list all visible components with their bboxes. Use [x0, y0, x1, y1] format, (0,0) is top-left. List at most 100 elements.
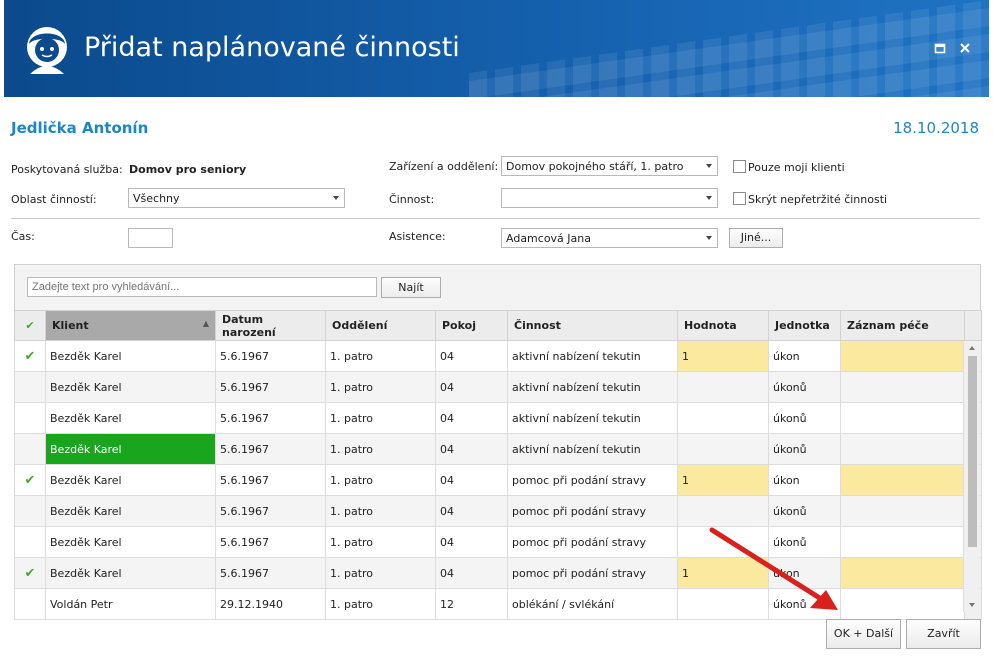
- room-cell[interactable]: 04: [435, 402, 508, 434]
- column-header-dob[interactable]: Datum narození: [215, 310, 326, 341]
- dob-cell[interactable]: 29.12.1940: [215, 588, 326, 620]
- department-cell[interactable]: 1. patro: [325, 340, 436, 372]
- close-button[interactable]: Zavřít: [906, 619, 981, 649]
- column-header-room[interactable]: Pokoj: [435, 310, 508, 341]
- unit-cell[interactable]: úkonů: [768, 526, 841, 558]
- other-assistance-button[interactable]: Jiné...: [729, 228, 783, 248]
- value-cell[interactable]: [677, 402, 769, 434]
- value-cell[interactable]: [677, 495, 769, 527]
- scrollbar-thumb[interactable]: [968, 356, 977, 547]
- row-check-cell[interactable]: ✔: [14, 340, 46, 372]
- value-cell[interactable]: 1: [677, 464, 769, 496]
- value-cell[interactable]: [677, 371, 769, 403]
- column-header-value[interactable]: Hodnota: [677, 310, 769, 341]
- department-cell[interactable]: 1. patro: [325, 557, 436, 589]
- unit-cell[interactable]: úkon: [768, 557, 841, 589]
- assistance-select[interactable]: Adamcová Jana: [501, 228, 718, 248]
- row-check-cell[interactable]: ✔: [14, 464, 46, 496]
- dob-cell[interactable]: 5.6.1967: [215, 371, 326, 403]
- hide-continuous-checkbox[interactable]: [733, 192, 746, 205]
- unit-cell[interactable]: úkonů: [768, 402, 841, 434]
- facility-select[interactable]: Domov pokojného stáří, 1. patro: [501, 156, 718, 176]
- activity-cell[interactable]: aktivní nabízení tekutin: [507, 340, 678, 372]
- department-cell[interactable]: 1. patro: [325, 433, 436, 465]
- dob-cell[interactable]: 5.6.1967: [215, 433, 326, 465]
- ok-next-button[interactable]: OK + Další: [826, 619, 901, 649]
- table-row[interactable]: ✔ Bezděk Karel 5.6.1967 1. patro 04 pomoc při…: [14, 464, 982, 496]
- unit-cell[interactable]: úkonů: [768, 433, 841, 465]
- unit-cell[interactable]: úkonů: [768, 371, 841, 403]
- value-cell[interactable]: 1: [677, 340, 769, 372]
- unit-cell[interactable]: úkonů: [768, 588, 841, 620]
- care-record-cell[interactable]: [840, 495, 965, 527]
- client-cell[interactable]: Bezděk Karel: [45, 526, 216, 558]
- time-input[interactable]: [128, 228, 173, 248]
- room-cell[interactable]: 04: [435, 464, 508, 496]
- activity-select[interactable]: [501, 188, 718, 208]
- search-input[interactable]: [27, 277, 377, 297]
- unit-cell[interactable]: úkon: [768, 464, 841, 496]
- scroll-down-icon[interactable]: [969, 603, 975, 607]
- activity-cell[interactable]: aktivní nabízení tekutin: [507, 402, 678, 434]
- room-cell[interactable]: 04: [435, 495, 508, 527]
- client-cell[interactable]: Bezděk Karel: [45, 340, 216, 372]
- value-cell[interactable]: [677, 588, 769, 620]
- unit-cell[interactable]: úkon: [768, 340, 841, 372]
- value-cell[interactable]: [677, 433, 769, 465]
- client-cell[interactable]: Bezděk Karel: [45, 557, 216, 589]
- care-record-cell[interactable]: [840, 557, 965, 589]
- table-row[interactable]: ✔ Bezděk Karel 5.6.1967 1. patro 04 aktivní n…: [14, 340, 982, 372]
- department-cell[interactable]: 1. patro: [325, 402, 436, 434]
- department-cell[interactable]: 1. patro: [325, 588, 436, 620]
- row-check-cell[interactable]: [14, 495, 46, 527]
- room-cell[interactable]: 12: [435, 588, 508, 620]
- only-my-clients-checkbox[interactable]: [733, 160, 746, 173]
- row-check-cell[interactable]: ✔: [14, 557, 46, 589]
- activity-cell[interactable]: pomoc při podání stravy: [507, 526, 678, 558]
- activity-cell[interactable]: oblékání / svlékání: [507, 588, 678, 620]
- column-header-activity[interactable]: Činnost: [507, 310, 678, 341]
- activity-cell[interactable]: pomoc při podání stravy: [507, 557, 678, 589]
- column-header-care-record[interactable]: Záznam péče: [840, 310, 965, 341]
- care-record-cell[interactable]: [840, 340, 965, 372]
- dob-cell[interactable]: 5.6.1967: [215, 526, 326, 558]
- care-record-cell[interactable]: [840, 371, 965, 403]
- client-cell[interactable]: Bezděk Karel: [45, 371, 216, 403]
- column-header-unit[interactable]: Jednotka: [768, 310, 841, 341]
- activity-cell[interactable]: pomoc při podání stravy: [507, 495, 678, 527]
- room-cell[interactable]: 04: [435, 526, 508, 558]
- row-check-cell[interactable]: [14, 433, 46, 465]
- activity-cell[interactable]: aktivní nabízení tekutin: [507, 433, 678, 465]
- check-column-header[interactable]: ✔: [14, 310, 46, 341]
- table-row[interactable]: ✔ Bezděk Karel 5.6.1967 1. patro 04 pomoc při…: [14, 557, 982, 589]
- care-record-cell[interactable]: [840, 464, 965, 496]
- client-cell[interactable]: Bezděk Karel: [45, 402, 216, 434]
- column-header-client[interactable]: Klient ▲: [45, 310, 216, 341]
- care-record-cell[interactable]: [840, 402, 965, 434]
- table-row[interactable]: Voldán Petr 29.12.1940 1. patro 12 oblékání …: [14, 588, 982, 620]
- column-header-department[interactable]: Oddělení: [325, 310, 436, 341]
- activity-cell[interactable]: pomoc při podání stravy: [507, 464, 678, 496]
- table-row[interactable]: Bezděk Karel 5.6.1967 1. patro 04 aktivní na…: [14, 402, 982, 434]
- row-check-cell[interactable]: [14, 588, 46, 620]
- care-record-cell[interactable]: [840, 588, 965, 620]
- row-check-cell[interactable]: [14, 402, 46, 434]
- table-scrollbar[interactable]: [963, 341, 980, 612]
- unit-cell[interactable]: úkonů: [768, 495, 841, 527]
- value-cell[interactable]: 1: [677, 557, 769, 589]
- maximize-icon[interactable]: [932, 42, 948, 58]
- dob-cell[interactable]: 5.6.1967: [215, 495, 326, 527]
- client-cell[interactable]: Voldán Petr: [45, 588, 216, 620]
- row-check-cell[interactable]: [14, 371, 46, 403]
- table-row[interactable]: Bezděk Karel 5.6.1967 1. patro 04 pomoc při …: [14, 526, 982, 558]
- activity-cell[interactable]: aktivní nabízení tekutin: [507, 371, 678, 403]
- department-cell[interactable]: 1. patro: [325, 526, 436, 558]
- dob-cell[interactable]: 5.6.1967: [215, 402, 326, 434]
- client-cell[interactable]: Bezděk Karel: [45, 495, 216, 527]
- client-cell[interactable]: Bezděk Karel: [45, 464, 216, 496]
- room-cell[interactable]: 04: [435, 433, 508, 465]
- department-cell[interactable]: 1. patro: [325, 495, 436, 527]
- room-cell[interactable]: 04: [435, 340, 508, 372]
- care-record-cell[interactable]: [840, 526, 965, 558]
- department-cell[interactable]: 1. patro: [325, 371, 436, 403]
